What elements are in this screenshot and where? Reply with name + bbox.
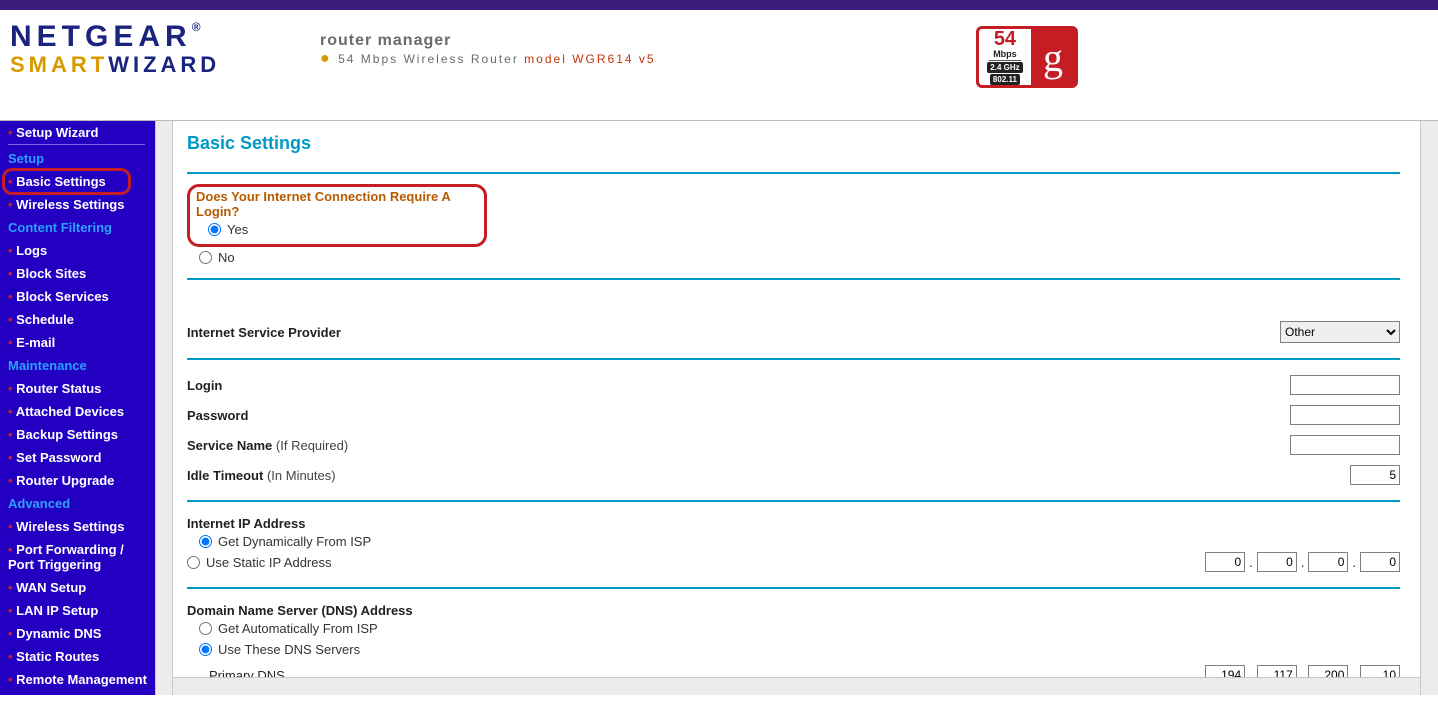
content-vertical-scrollbar[interactable] [1420, 121, 1438, 695]
sidebar-item[interactable]: LAN IP Setup [0, 599, 155, 622]
registered-mark: ® [192, 20, 206, 34]
static-ip-3[interactable] [1308, 552, 1348, 572]
dns-heading: Domain Name Server (DNS) Address [187, 599, 1400, 618]
static-ip-4[interactable] [1360, 552, 1400, 572]
sidebar-item[interactable]: Port Forwarding / Port Triggering [0, 538, 155, 576]
sidebar-item[interactable]: Wireless Settings [0, 193, 155, 216]
product-name: router manager [320, 32, 656, 50]
ip-dynamic-radio[interactable] [199, 535, 212, 548]
badge-speed: 54 [994, 29, 1016, 49]
top-accent-bar [0, 0, 1438, 10]
dns-auto-radio[interactable] [199, 622, 212, 635]
brand-sub-wizard: WIZARD [108, 52, 220, 77]
sidebar-item[interactable]: E-mail [0, 331, 155, 354]
sidebar-item[interactable]: Block Sites [0, 262, 155, 285]
service-name-label: Service Name [187, 438, 272, 453]
login-question: Does Your Internet Connection Require A … [196, 189, 474, 219]
require-login-no-radio[interactable] [199, 251, 212, 264]
bullet-icon: ● [320, 50, 330, 67]
sidebar-item[interactable]: Backup Settings [0, 423, 155, 446]
sidebar-item[interactable]: Remote Management [0, 668, 155, 691]
sidebar-item[interactable]: Block Services [0, 285, 155, 308]
divider [187, 587, 1400, 589]
sidebar-section: Content Filtering [0, 216, 155, 239]
sidebar-section: Maintenance [0, 354, 155, 377]
require-login-no-label: No [218, 250, 235, 265]
product-desc: 54 Mbps Wireless Router [338, 52, 524, 66]
login-input[interactable] [1290, 375, 1400, 395]
badge-g-icon: g [1031, 29, 1074, 85]
sidebar-item[interactable]: Logs [0, 239, 155, 262]
header-subtitle: router manager ● 54 Mbps Wireless Router… [320, 14, 656, 68]
sidebar-item[interactable]: Attached Devices [0, 400, 155, 423]
password-input[interactable] [1290, 405, 1400, 425]
sidebar-section: Advanced [0, 492, 155, 515]
divider [187, 358, 1400, 360]
ip-static-radio[interactable] [187, 556, 200, 569]
sidebar-item[interactable]: Setup Wizard [8, 121, 145, 145]
content-horizontal-scrollbar[interactable] [173, 677, 1420, 695]
require-login-yes-label: Yes [227, 222, 248, 237]
brand-name: NETGEAR [10, 20, 192, 53]
sidebar-item[interactable]: Dynamic DNS [0, 622, 155, 645]
sidebar-item[interactable]: Basic Settings [0, 170, 155, 193]
brand-logo: NETGEAR® SMARTWIZARD [10, 14, 320, 78]
divider [187, 500, 1400, 502]
ip-static-label: Use Static IP Address [206, 555, 332, 570]
badge-band: 2.4 GHz [987, 62, 1022, 73]
divider [187, 172, 1400, 174]
dns-these-label: Use These DNS Servers [218, 642, 360, 657]
isp-select[interactable]: Other [1280, 321, 1400, 343]
badge-standard: 802.11 [990, 74, 1020, 85]
content-area: Basic Settings Does Your Internet Connec… [173, 121, 1420, 695]
sidebar[interactable]: Setup WizardSetupBasic SettingsWireless … [0, 121, 155, 695]
sidebar-item[interactable]: Router Status [0, 377, 155, 400]
highlight-ring: Does Your Internet Connection Require A … [187, 184, 487, 247]
divider [187, 278, 1400, 280]
static-ip-2[interactable] [1257, 552, 1297, 572]
isp-label: Internet Service Provider [187, 325, 341, 340]
password-label: Password [187, 408, 248, 423]
require-login-yes-radio[interactable] [208, 223, 221, 236]
sidebar-item[interactable]: Set Password [0, 446, 155, 469]
product-model: model WGR614 v5 [524, 52, 655, 66]
brand-sub-smart: SMART [10, 52, 108, 77]
idle-timeout-input[interactable] [1350, 465, 1400, 485]
static-ip-1[interactable] [1205, 552, 1245, 572]
login-label: Login [187, 378, 222, 393]
wifi-badge: 54 Mbps 2.4 GHz 802.11 g [976, 26, 1078, 88]
sidebar-section: Setup [0, 147, 155, 170]
sidebar-item[interactable]: WAN Setup [0, 576, 155, 599]
sidebar-item[interactable]: Schedule [0, 308, 155, 331]
service-name-input[interactable] [1290, 435, 1400, 455]
dns-these-radio[interactable] [199, 643, 212, 656]
static-ip-group: . . . [1205, 552, 1400, 572]
service-name-sub: (If Required) [276, 438, 348, 453]
dns-auto-label: Get Automatically From ISP [218, 621, 378, 636]
sidebar-item[interactable]: Router Upgrade [0, 469, 155, 492]
idle-timeout-label: Idle Timeout [187, 468, 263, 483]
badge-unit: Mbps [989, 49, 1021, 61]
idle-timeout-sub: (In Minutes) [267, 468, 336, 483]
page-title: Basic Settings [187, 133, 1400, 154]
ip-dynamic-label: Get Dynamically From ISP [218, 534, 371, 549]
sidebar-item[interactable]: Static Routes [0, 645, 155, 668]
header: NETGEAR® SMARTWIZARD router manager ● 54… [0, 10, 1438, 120]
sidebar-scrollbar[interactable] [155, 121, 173, 695]
sidebar-item[interactable]: Wireless Settings [0, 515, 155, 538]
internet-ip-heading: Internet IP Address [187, 512, 1400, 531]
